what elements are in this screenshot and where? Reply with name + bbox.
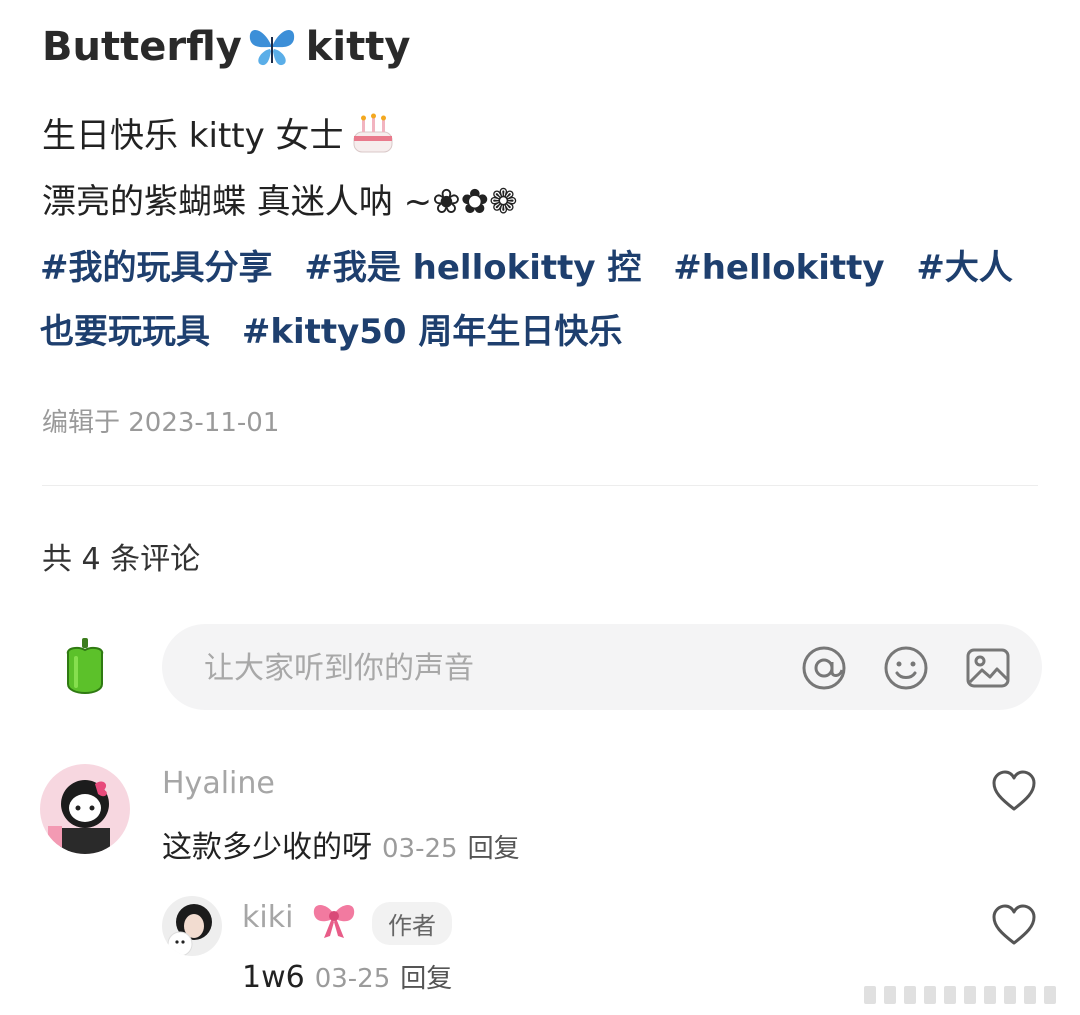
reply-button[interactable]: 回复	[468, 834, 520, 864]
divider	[42, 485, 1038, 486]
title-text-2: kitty	[305, 24, 411, 70]
reply-text: 1w6 03-25 回复	[242, 958, 452, 995]
post-tags: #我的玩具分享 #我是 hellokitty 控 #hellokitty #大人…	[40, 236, 1040, 364]
reply-button[interactable]: 回复	[400, 964, 452, 994]
reply-date: 03-25	[314, 964, 391, 994]
post-line-1-text: 生日快乐 kitty 女士	[42, 116, 344, 156]
smiley-icon[interactable]	[882, 644, 930, 692]
post-title: Butterfly kitty	[42, 24, 410, 70]
heart-outline-icon[interactable]	[991, 770, 1037, 812]
comment-username[interactable]: Hyaline	[162, 766, 275, 801]
author-avatar-image	[162, 896, 222, 956]
comment-input-container	[162, 624, 1042, 712]
comment-body: 这款多少收的呀	[162, 830, 372, 865]
title-text-1: Butterfly	[42, 24, 242, 70]
tag-link[interactable]: #kitty50 周年生日快乐	[242, 312, 623, 352]
avatar[interactable]	[40, 764, 130, 854]
post-line-2: 漂亮的紫蝴蝶 真迷人呐 ~❀✿❁	[42, 174, 518, 223]
watermark-strip	[864, 986, 1056, 1004]
post-line-2-text: 漂亮的紫蝴蝶 真迷人呐 ~❀✿❁	[42, 182, 518, 222]
reply-body: 1w6	[242, 960, 305, 995]
post-line-1: 生日快乐 kitty 女士	[42, 108, 396, 157]
user-avatar-image	[40, 764, 130, 854]
at-icon[interactable]	[800, 644, 848, 692]
tag-link[interactable]: #我的玩具分享	[40, 248, 273, 288]
bow-emoji-icon	[313, 905, 355, 938]
tag-link[interactable]: #hellokitty	[673, 248, 884, 288]
comment-text: 这款多少收的呀 03-25 回复	[162, 822, 520, 866]
heart-outline-icon[interactable]	[991, 904, 1037, 946]
image-icon[interactable]	[964, 644, 1012, 692]
butterfly-emoji-icon	[249, 29, 294, 66]
reply-username[interactable]: kiki	[242, 900, 293, 935]
tag-link[interactable]: #我是 hellokitty 控	[304, 248, 641, 288]
author-badge: 作者	[372, 902, 452, 945]
comment-count: 共 4 条评论	[42, 542, 201, 577]
comment-input[interactable]	[202, 624, 766, 712]
comment-date: 03-25	[382, 834, 458, 864]
cake-emoji-icon	[353, 113, 393, 152]
edited-date: 编辑于 2023-11-01	[42, 408, 280, 438]
pepper-avatar-icon[interactable]	[62, 636, 108, 698]
avatar[interactable]	[162, 896, 222, 956]
